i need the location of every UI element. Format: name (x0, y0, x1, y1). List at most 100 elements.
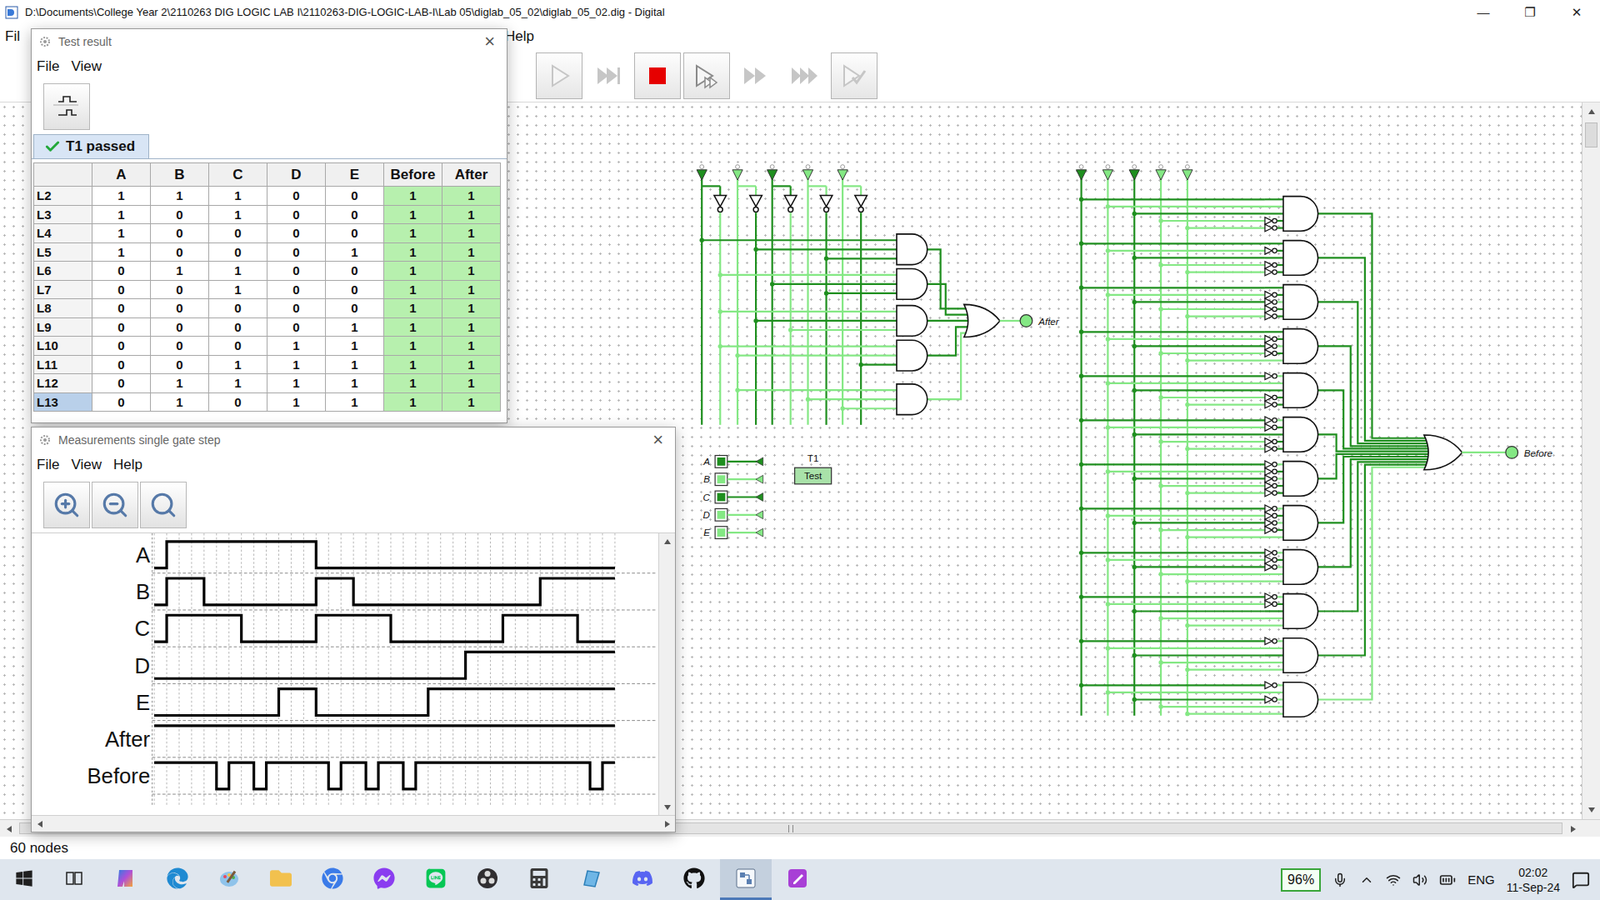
menu-item[interactable]: Help (501, 28, 1600, 45)
minterm-gate (1079, 459, 1430, 585)
column-header: A (92, 163, 151, 187)
svg-text:D: D (703, 509, 711, 520)
taskbar-app[interactable] (255, 859, 307, 900)
taskbar-app[interactable] (203, 859, 255, 900)
table-cell: 1 (209, 186, 268, 206)
table-cell: 1 (442, 280, 501, 300)
taskbar-app[interactable] (720, 859, 772, 900)
table-cell: 1 (209, 374, 268, 394)
taskbar-app[interactable] (668, 859, 720, 900)
menu-item[interactable]: File (36, 456, 60, 474)
svg-text:C: C (135, 616, 151, 640)
row-label[interactable]: L9 (34, 318, 93, 338)
taskbar-app[interactable] (461, 859, 514, 900)
restore-button[interactable]: ❐ (1506, 0, 1554, 25)
zoom-fit-button[interactable] (140, 481, 187, 529)
taskbar-app[interactable] (513, 859, 565, 900)
vertical-scrollbar[interactable] (1581, 102, 1600, 820)
window-title: Measurements single gate step (58, 433, 221, 447)
input-bus (802, 165, 833, 425)
not-gate (1265, 519, 1284, 527)
close-button[interactable]: ✕ (1553, 0, 1600, 25)
input-switch[interactable]: C (703, 490, 764, 504)
menu-item[interactable]: View (70, 58, 102, 75)
taskbar-app[interactable] (306, 859, 359, 900)
minimize-button[interactable]: — (1460, 0, 1507, 25)
table-cell: 0 (92, 261, 151, 281)
or-gate (1424, 435, 1463, 470)
step-button (585, 52, 632, 100)
desktop: D:\Documents\College Year 2\2110263 DIG … (0, 0, 1600, 900)
signal-row: B (135, 578, 658, 610)
row-label[interactable]: L13 (34, 393, 93, 413)
vertical-scrollbar[interactable] (658, 533, 675, 815)
test-button[interactable]: Test (795, 467, 832, 485)
row-label[interactable]: L4 (34, 224, 93, 244)
taskbar-app[interactable] (565, 859, 617, 900)
fast-button (732, 52, 780, 100)
table-cell: 1 (442, 299, 501, 319)
table-cell: 1 (442, 186, 501, 206)
stop-button[interactable] (634, 52, 681, 100)
row-label[interactable]: L6 (34, 261, 93, 281)
close-button[interactable]: × (649, 429, 667, 451)
row-label[interactable]: L12 (34, 374, 93, 394)
start-button[interactable] (0, 859, 49, 900)
signal-row: After (105, 725, 658, 758)
table-cell: 1 (442, 336, 501, 356)
taskbar-app[interactable] (616, 859, 669, 900)
taskbar-app[interactable] (100, 859, 152, 900)
row-label[interactable]: L8 (34, 299, 93, 319)
horizontal-scrollbar[interactable] (31, 815, 675, 832)
row-label[interactable]: L11 (34, 355, 93, 375)
table-cell: 0 (150, 224, 210, 244)
signal-row: C (135, 615, 658, 647)
task-view-button[interactable] (48, 859, 100, 900)
minterm-gate (1079, 329, 1430, 447)
show-timing-button[interactable] (43, 83, 90, 130)
and-gate (718, 305, 969, 337)
row-label[interactable]: L5 (34, 243, 93, 263)
taskbar-app[interactable] (358, 859, 410, 900)
micro-button[interactable] (683, 52, 730, 100)
window-title-bar: Test result× (31, 29, 507, 55)
not-gate (1265, 438, 1284, 446)
scroll-thumb[interactable] (1585, 122, 1598, 148)
row-label[interactable]: L2 (34, 186, 93, 206)
input-switch[interactable]: E (703, 526, 763, 540)
not-gate (1265, 637, 1284, 645)
row-label[interactable]: L7 (34, 280, 93, 300)
scroll-up-icon (1587, 107, 1596, 116)
result-tab[interactable]: T1 passed (33, 134, 150, 159)
table-cell: 0 (325, 186, 385, 206)
input-switch[interactable]: B (703, 473, 763, 486)
taskbar-app[interactable] (771, 859, 824, 900)
menu-item[interactable]: Help (113, 456, 143, 474)
input-switch[interactable]: D (703, 508, 764, 521)
menu-item[interactable]: File (36, 58, 60, 75)
table-cell: 1 (92, 243, 151, 263)
taskbar-app[interactable] (151, 859, 204, 900)
input-switch[interactable]: A (702, 455, 763, 469)
table-cell: 1 (384, 374, 443, 394)
zoom-out-button[interactable] (91, 481, 139, 529)
taskbar-app[interactable] (410, 859, 462, 900)
close-button[interactable]: × (480, 30, 499, 53)
wifi-icon (1385, 872, 1401, 888)
chart-panel: ABCDEAfterBefore (31, 533, 659, 815)
drawing-app-icon (217, 866, 241, 890)
row-label[interactable]: L10 (34, 336, 93, 356)
row-label[interactable]: L3 (34, 205, 93, 225)
language-indicator[interactable]: ENG (1467, 872, 1495, 887)
zoom-in-button[interactable] (43, 481, 90, 529)
measurements-window: Measurements single gate step × File View He… (30, 426, 676, 833)
input-bus (1075, 165, 1086, 716)
clock[interactable]: 02:0211-Sep-24 (1506, 865, 1560, 895)
run-icon (544, 60, 575, 91)
menu-item[interactable]: View (70, 456, 102, 474)
scroll-down-icon (663, 803, 672, 812)
not-gate (1265, 305, 1284, 314)
minterm-gate (1079, 240, 1430, 441)
faster-button (781, 52, 829, 100)
status-bar: 60 nodes (0, 836, 1600, 860)
